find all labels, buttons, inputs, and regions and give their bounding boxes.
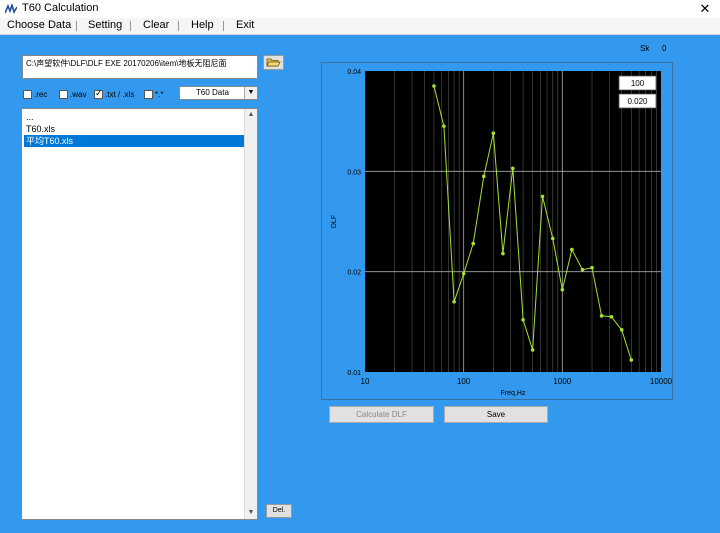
y-max-input-value: 100 [631, 79, 645, 88]
data-point [471, 241, 476, 246]
checkmark-icon: ✓ [95, 87, 103, 98]
path-field[interactable]: C:\声望软件\DLF\DLF EXE 20170206\item\地板无阻尼面 [22, 55, 258, 79]
window-title: T60 Calculation [22, 2, 99, 14]
calculate-dlf-button[interactable]: Calculate DLF [329, 406, 434, 423]
menu-bar: Choose Data Setting Clear Help Exit [0, 18, 720, 35]
data-point [501, 251, 505, 256]
x-tick-label: 10 [361, 377, 370, 386]
data-point [609, 315, 614, 319]
y-tick-label: 0.02 [347, 270, 361, 277]
list-item[interactable]: T60.xls [24, 123, 246, 135]
data-point [619, 328, 624, 332]
data-point [599, 314, 604, 318]
y-axis-label: DLF [331, 215, 338, 228]
list-item-selected[interactable]: 平均T60.xls [24, 135, 246, 147]
data-point [461, 271, 466, 276]
menu-exit[interactable]: Exit [236, 19, 254, 31]
chart-panel: 10 100 1000 10000 0.01 0.02 0.03 0.04 Freq,Hz DLF… [321, 62, 673, 400]
x-tick-label: 10000 [650, 377, 672, 386]
filter-rec-label: .rec [34, 89, 48, 99]
scroll-up-icon[interactable]: ▲ [245, 109, 257, 121]
filter-txt-xls-checkbox[interactable]: ✓ .txt / .xls [94, 88, 134, 100]
data-type-select[interactable]: T60 Data ▼ [179, 86, 258, 100]
data-point [590, 265, 594, 270]
data-point [580, 267, 585, 272]
data-type-value: T60 Data [196, 88, 229, 97]
x-tick-label: 1000 [553, 377, 571, 386]
plot-area [365, 71, 661, 372]
save-button[interactable]: Save [444, 406, 548, 423]
menu-separator [178, 21, 179, 31]
data-point [511, 166, 515, 171]
data-point [629, 358, 634, 362]
data-point [452, 299, 456, 304]
app-logo-icon [5, 4, 17, 14]
menu-separator [223, 21, 224, 31]
menu-setting[interactable]: Setting [88, 19, 122, 31]
data-point [432, 84, 436, 88]
data-point [550, 236, 555, 241]
data-point [482, 174, 486, 179]
y-tick-label: 0.03 [347, 169, 361, 176]
menu-choose-data[interactable]: Choose Data [7, 19, 71, 31]
menu-help[interactable]: Help [191, 19, 214, 31]
y-tick-label: 0.04 [347, 69, 361, 76]
browse-folder-button[interactable] [263, 55, 284, 70]
filter-wav-label: .wav [70, 89, 87, 99]
data-point [560, 287, 565, 292]
y-tick-label: 0.01 [347, 370, 361, 377]
sk-value: 0 [662, 44, 667, 53]
filter-rec-checkbox[interactable]: .rec [23, 88, 47, 100]
checkbox-box [23, 89, 32, 99]
filter-all-checkbox[interactable]: *.* [144, 88, 163, 100]
y-min-input-value: 0.020 [627, 97, 648, 106]
menu-separator [76, 21, 77, 31]
delete-button[interactable]: Del. [266, 504, 292, 518]
checkbox-box [59, 89, 68, 99]
data-point [540, 194, 545, 199]
menu-separator [130, 21, 131, 31]
data-point [491, 131, 496, 136]
filter-txt-xls-label: .txt / .xls [105, 89, 135, 99]
data-point [570, 247, 574, 252]
menu-clear[interactable]: Clear [143, 19, 169, 31]
chevron-down-icon[interactable]: ▼ [244, 87, 257, 99]
close-button[interactable]: ✕ [690, 0, 720, 18]
x-tick-label: 100 [457, 377, 471, 386]
checkbox-box [144, 89, 153, 99]
checkbox-box: ✓ [94, 87, 103, 99]
list-scrollbar[interactable]: ▲ ▼ [244, 109, 257, 519]
data-point [442, 124, 446, 128]
filter-wav-checkbox[interactable]: .wav [59, 88, 86, 100]
folder-open-icon [266, 58, 281, 67]
dlf-chart: 10 100 1000 10000 0.01 0.02 0.03 0.04 Freq,Hz DLF… [331, 69, 673, 397]
data-point [530, 348, 535, 352]
sk-label: Sk [640, 44, 650, 53]
filter-all-label: *.* [155, 89, 164, 99]
data-point [521, 318, 525, 322]
list-item[interactable]: ... [24, 111, 246, 123]
x-axis-label: Freq,Hz [501, 390, 526, 397]
title-bar: T60 Calculation ✕ [0, 0, 720, 18]
scroll-down-icon[interactable]: ▼ [245, 507, 257, 519]
file-list[interactable]: ... T60.xls 平均T60.xls ▲ ▼ [21, 108, 258, 520]
